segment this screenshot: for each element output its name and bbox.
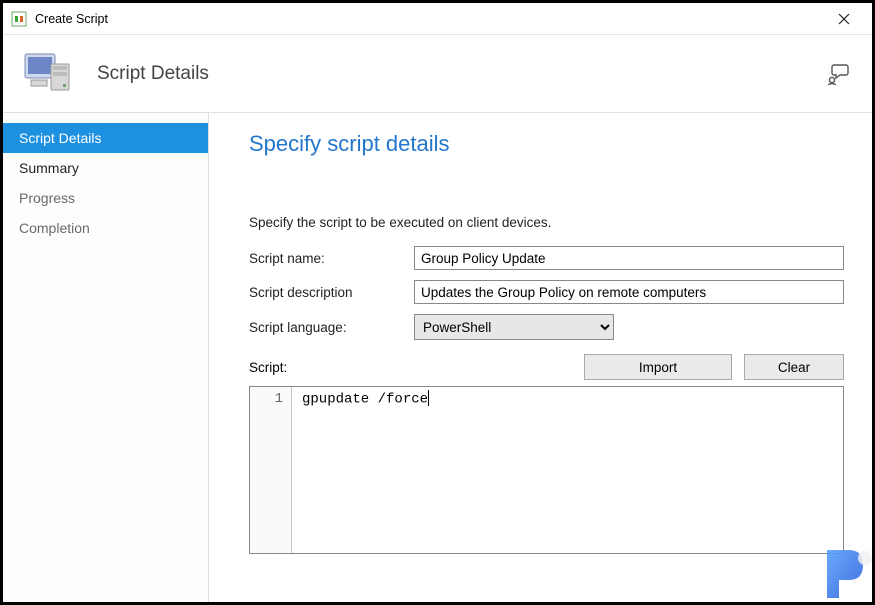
label-script-language: Script language:: [249, 320, 414, 335]
sidebar-item-script-details[interactable]: Script Details: [3, 123, 208, 153]
row-script-language: Script language: PowerShell: [249, 314, 844, 340]
titlebar: Create Script: [3, 3, 872, 35]
feedback-button[interactable]: [826, 61, 852, 87]
text-caret: [428, 390, 429, 406]
editor-code[interactable]: gpupdate /force: [292, 387, 843, 553]
computer-icon: [23, 48, 75, 99]
wizard-sidebar: Script Details Summary Progress Completi…: [3, 113, 209, 602]
label-script: Script:: [249, 360, 414, 375]
wizard-body: Script Details Summary Progress Completi…: [3, 113, 872, 602]
close-icon: [838, 13, 850, 25]
row-script-description: Script description: [249, 280, 844, 304]
window-title: Create Script: [35, 12, 824, 26]
code-text: gpupdate /force: [302, 392, 428, 408]
clear-button[interactable]: Clear: [744, 354, 844, 380]
instruction-text: Specify the script to be executed on cli…: [249, 215, 844, 230]
import-button[interactable]: Import: [584, 354, 732, 380]
header-title: Script Details: [97, 63, 826, 85]
app-icon: [11, 11, 27, 27]
line-number: 1: [254, 391, 283, 407]
row-script: Script: Import Clear: [249, 354, 844, 380]
script-language-select[interactable]: PowerShell: [414, 314, 614, 340]
wizard-header: Script Details: [3, 35, 872, 113]
feedback-icon: [827, 63, 851, 85]
wizard-content: Specify script details Specify the scrip…: [209, 113, 872, 602]
sidebar-item-label: Summary: [19, 160, 79, 176]
sidebar-item-completion[interactable]: Completion: [3, 213, 208, 243]
sidebar-item-label: Completion: [19, 220, 90, 236]
row-script-name: Script name:: [249, 246, 844, 270]
sidebar-item-summary[interactable]: Summary: [3, 153, 208, 183]
script-editor[interactable]: 1 gpupdate /force: [249, 386, 844, 554]
script-description-input[interactable]: [414, 280, 844, 304]
editor-gutter: 1: [250, 387, 292, 553]
sidebar-item-progress[interactable]: Progress: [3, 183, 208, 213]
label-script-description: Script description: [249, 285, 414, 300]
page-title: Specify script details: [249, 131, 844, 157]
script-name-input[interactable]: [414, 246, 844, 270]
sidebar-item-label: Script Details: [19, 130, 101, 146]
sidebar-item-label: Progress: [19, 190, 75, 206]
label-script-name: Script name:: [249, 251, 414, 266]
close-button[interactable]: [824, 5, 864, 33]
